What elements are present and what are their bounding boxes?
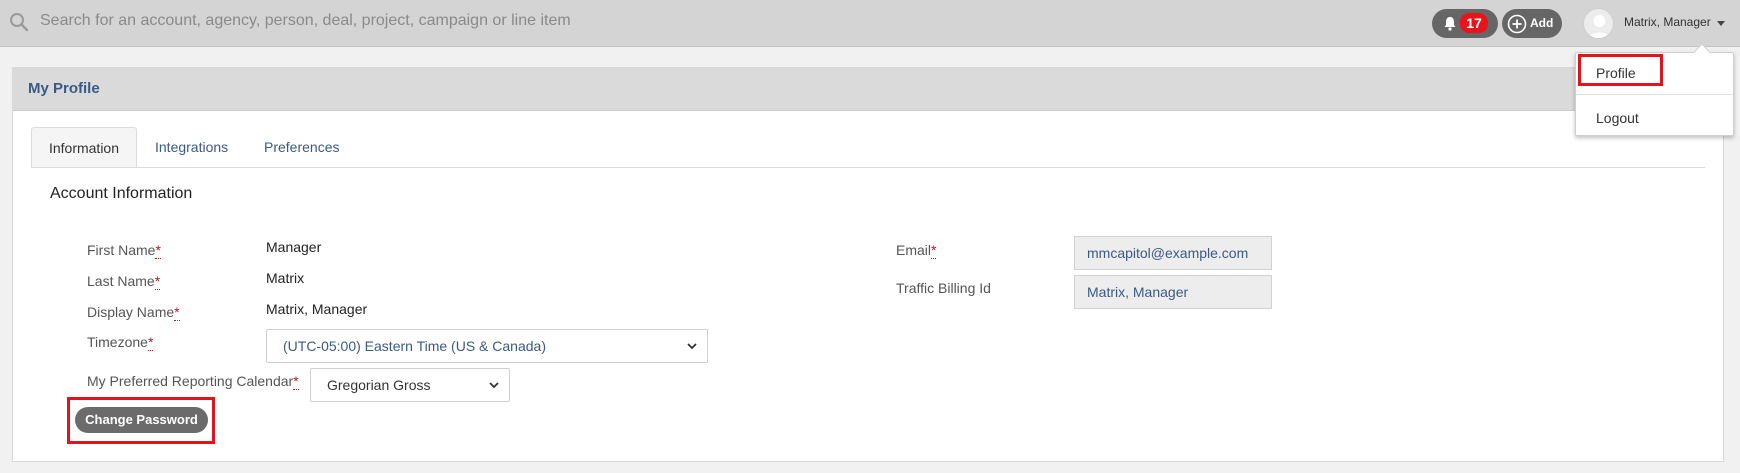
- top-bar: Search for an account, agency, person, d…: [0, 0, 1740, 47]
- required-marker: *: [931, 242, 937, 259]
- last-name-value: Matrix: [266, 270, 305, 286]
- panel-header: My Profile: [13, 68, 1723, 111]
- reporting-calendar-select[interactable]: Gregorian Gross: [310, 368, 510, 402]
- last-name-label: Last Name*: [87, 273, 161, 290]
- user-menu-toggle[interactable]: Matrix, Manager: [1624, 15, 1711, 29]
- tabs-divider: [31, 167, 1705, 168]
- email-field: mmcapitol@example.com: [1074, 236, 1272, 270]
- email-label: Email*: [896, 242, 937, 259]
- search-input[interactable]: Search for an account, agency, person, d…: [40, 12, 571, 30]
- display-name-label: Display Name*: [87, 304, 180, 321]
- menu-divider: [1576, 94, 1733, 95]
- notifications-button[interactable]: 17: [1432, 9, 1498, 38]
- traffic-billing-id-field: Matrix, Manager: [1074, 275, 1272, 309]
- profile-panel: My Profile Information Integrations Pref…: [12, 67, 1724, 462]
- change-password-highlight: [67, 397, 215, 444]
- chevron-down-icon: [489, 382, 499, 389]
- page-title: My Profile: [28, 80, 100, 97]
- required-marker: *: [155, 242, 161, 259]
- user-silhouette-icon: [1588, 15, 1611, 38]
- calendar-selected-value: Gregorian Gross: [327, 377, 431, 393]
- reporting-calendar-label: My Preferred Reporting Calendar*: [87, 373, 299, 390]
- timezone-selected-value: (UTC-05:00) Eastern Time (US & Canada): [283, 338, 546, 354]
- add-button[interactable]: Add: [1502, 9, 1562, 38]
- chevron-down-icon: [687, 343, 697, 350]
- first-name-value: Manager: [266, 239, 322, 255]
- required-marker: *: [174, 304, 180, 321]
- menu-item-logout[interactable]: Logout: [1596, 110, 1639, 126]
- first-name-label: First Name*: [87, 242, 161, 259]
- profile-highlight: [1578, 54, 1663, 86]
- section-title: Account Information: [50, 185, 193, 202]
- timezone-label: Timezone*: [87, 334, 154, 351]
- plus-circle-icon: [1507, 14, 1527, 34]
- tab-information[interactable]: Information: [31, 127, 137, 168]
- required-marker: *: [154, 273, 161, 290]
- display-name-value: Matrix, Manager: [266, 301, 368, 317]
- avatar[interactable]: [1583, 8, 1614, 39]
- bell-icon: [1444, 17, 1456, 31]
- tab-preferences[interactable]: Preferences: [264, 127, 339, 168]
- add-button-label: Add: [1530, 16, 1554, 30]
- caret-down-icon[interactable]: [1717, 21, 1725, 26]
- traffic-billing-id-label: Traffic Billing Id: [896, 280, 991, 296]
- required-marker: *: [147, 334, 154, 351]
- tab-integrations[interactable]: Integrations: [155, 127, 228, 168]
- notification-count-badge: 17: [1460, 13, 1488, 33]
- required-marker: *: [293, 373, 299, 390]
- search-icon[interactable]: [9, 12, 29, 32]
- timezone-select[interactable]: (UTC-05:00) Eastern Time (US & Canada): [266, 329, 708, 363]
